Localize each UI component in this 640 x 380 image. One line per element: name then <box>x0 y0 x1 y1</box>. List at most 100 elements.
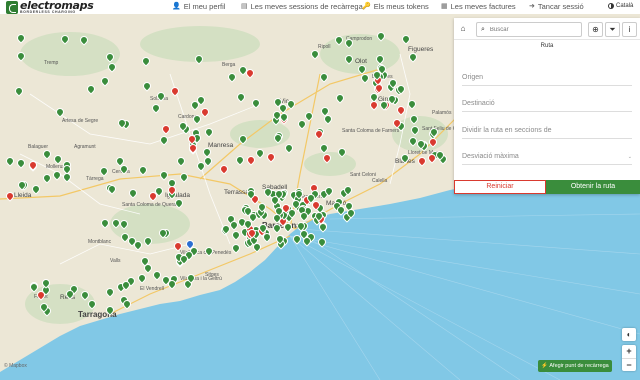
charging-station-pin[interactable] <box>315 130 321 138</box>
charging-station-pin[interactable] <box>175 199 181 207</box>
charging-station-pin[interactable] <box>153 271 159 279</box>
charging-station-pin[interactable] <box>267 153 273 161</box>
charging-station-pin[interactable] <box>320 73 326 81</box>
home-icon[interactable]: ⌂ <box>458 24 468 34</box>
charging-station-pin[interactable] <box>358 65 364 73</box>
origin-field[interactable]: Origen <box>462 72 632 86</box>
charging-station-pin[interactable] <box>123 300 129 308</box>
charging-station-pin[interactable] <box>232 231 238 239</box>
charging-station-pin[interactable] <box>112 219 118 227</box>
charging-station-pin[interactable] <box>337 206 343 214</box>
charging-station-pin[interactable] <box>197 96 203 104</box>
charging-station-pin[interactable] <box>282 204 288 212</box>
charging-station-pin[interactable] <box>168 186 174 194</box>
charging-station-pin[interactable] <box>179 122 185 130</box>
charging-station-pin[interactable] <box>43 174 49 182</box>
nav-my-profile[interactable]: 👤 El meu perfil <box>172 0 225 12</box>
charging-station-pin[interactable] <box>276 235 282 243</box>
charging-station-pin[interactable] <box>271 196 277 204</box>
charging-station-pin[interactable] <box>17 52 23 60</box>
charging-station-pin[interactable] <box>228 73 234 81</box>
charging-station-pin[interactable] <box>273 214 279 222</box>
charging-station-pin[interactable] <box>195 55 201 63</box>
charging-station-pin[interactable] <box>149 192 155 200</box>
charging-station-pin[interactable] <box>144 264 150 272</box>
charging-station-pin[interactable] <box>37 291 43 299</box>
charging-station-pin[interactable] <box>106 53 112 61</box>
charging-station-pin[interactable] <box>121 233 127 241</box>
charging-station-pin[interactable] <box>376 55 382 63</box>
charging-station-pin[interactable] <box>108 185 114 193</box>
charging-station-pin[interactable] <box>17 34 23 42</box>
charging-station-pin[interactable] <box>18 181 24 189</box>
charging-station-pin[interactable] <box>273 224 279 232</box>
charging-station-pin[interactable] <box>292 200 298 208</box>
charging-station-pin[interactable] <box>15 87 21 95</box>
charging-station-pin[interactable] <box>253 243 259 251</box>
charging-station-pin[interactable] <box>236 156 242 164</box>
charging-station-pin[interactable] <box>300 230 306 238</box>
info-icon[interactable]: i <box>622 22 637 37</box>
charging-station-pin[interactable] <box>177 157 183 165</box>
charging-station-pin[interactable] <box>106 288 112 296</box>
charging-station-pin[interactable] <box>273 111 279 119</box>
charging-station-pin[interactable] <box>237 93 243 101</box>
charging-station-pin[interactable] <box>411 126 417 134</box>
charging-station-pin[interactable] <box>180 173 186 181</box>
charging-station-pin[interactable] <box>168 280 174 288</box>
charging-station-pin[interactable] <box>325 187 331 195</box>
charging-station-pin[interactable] <box>311 50 317 58</box>
charging-station-pin[interactable] <box>410 115 416 123</box>
charging-station-pin[interactable] <box>191 101 197 109</box>
charging-station-pin[interactable] <box>80 36 86 44</box>
charging-station-pin[interactable] <box>344 186 350 194</box>
contrast-icon[interactable]: ◐ <box>622 328 636 341</box>
charging-station-pin[interactable] <box>307 194 313 202</box>
charging-station-pin[interactable] <box>43 150 49 158</box>
charging-station-pin[interactable] <box>6 192 12 200</box>
charging-station-pin[interactable] <box>66 290 72 298</box>
charging-station-pin[interactable] <box>315 212 321 220</box>
charging-station-pin[interactable] <box>347 209 353 217</box>
charging-station-pin[interactable] <box>32 185 38 193</box>
charging-station-pin[interactable] <box>389 79 395 87</box>
charging-station-pin[interactable] <box>285 144 291 152</box>
charging-station-pin[interactable] <box>418 157 424 165</box>
charging-station-pin[interactable] <box>258 203 264 211</box>
charging-station-pin[interactable] <box>160 136 166 144</box>
charging-station-pin[interactable] <box>417 140 423 148</box>
charging-station-pin[interactable] <box>193 115 199 123</box>
charging-station-pin[interactable] <box>429 138 435 146</box>
charging-station-pin[interactable] <box>159 229 165 237</box>
charging-station-pin[interactable] <box>222 225 228 233</box>
nav-my-invoices[interactable]: ▦ Les meves factures <box>441 0 516 12</box>
split-route-field[interactable]: Dividir la ruta en seccions de <box>462 125 632 139</box>
locate-icon[interactable]: ⊕ <box>588 22 603 37</box>
charging-station-pin[interactable] <box>274 134 280 142</box>
charging-station-pin[interactable] <box>143 82 149 90</box>
charging-station-pin[interactable] <box>29 161 35 169</box>
charging-station-pin[interactable] <box>160 171 166 179</box>
charging-station-pin[interactable] <box>152 104 158 112</box>
charging-station-pin[interactable] <box>259 224 265 232</box>
charging-station-pin[interactable] <box>180 255 186 263</box>
get-route-button[interactable]: Obtenir la ruta <box>546 180 640 194</box>
charging-station-pin[interactable] <box>336 94 342 102</box>
charging-station-pin[interactable] <box>17 159 23 167</box>
reset-button[interactable]: Reiniciar <box>454 180 546 194</box>
charging-station-pin[interactable] <box>120 165 126 173</box>
charging-station-pin[interactable] <box>205 247 211 255</box>
charging-station-pin[interactable] <box>370 101 376 109</box>
charging-station-pin[interactable] <box>101 77 107 85</box>
charging-station-pin[interactable] <box>295 190 301 198</box>
charging-station-pin[interactable] <box>30 283 36 291</box>
nav-logout[interactable]: ➜ Tancar sessió <box>529 0 584 12</box>
charging-station-pin[interactable] <box>397 106 403 114</box>
filter-icon[interactable]: ⏷ <box>605 22 620 37</box>
charging-station-pin[interactable] <box>204 157 210 165</box>
max-deviation-select[interactable]: Desviació màxima ⌄ <box>462 151 632 165</box>
charging-station-pin[interactable] <box>100 167 106 175</box>
charging-station-pin[interactable] <box>239 66 245 74</box>
charging-station-pin[interactable] <box>56 108 62 116</box>
charging-station-pin[interactable] <box>409 137 415 145</box>
